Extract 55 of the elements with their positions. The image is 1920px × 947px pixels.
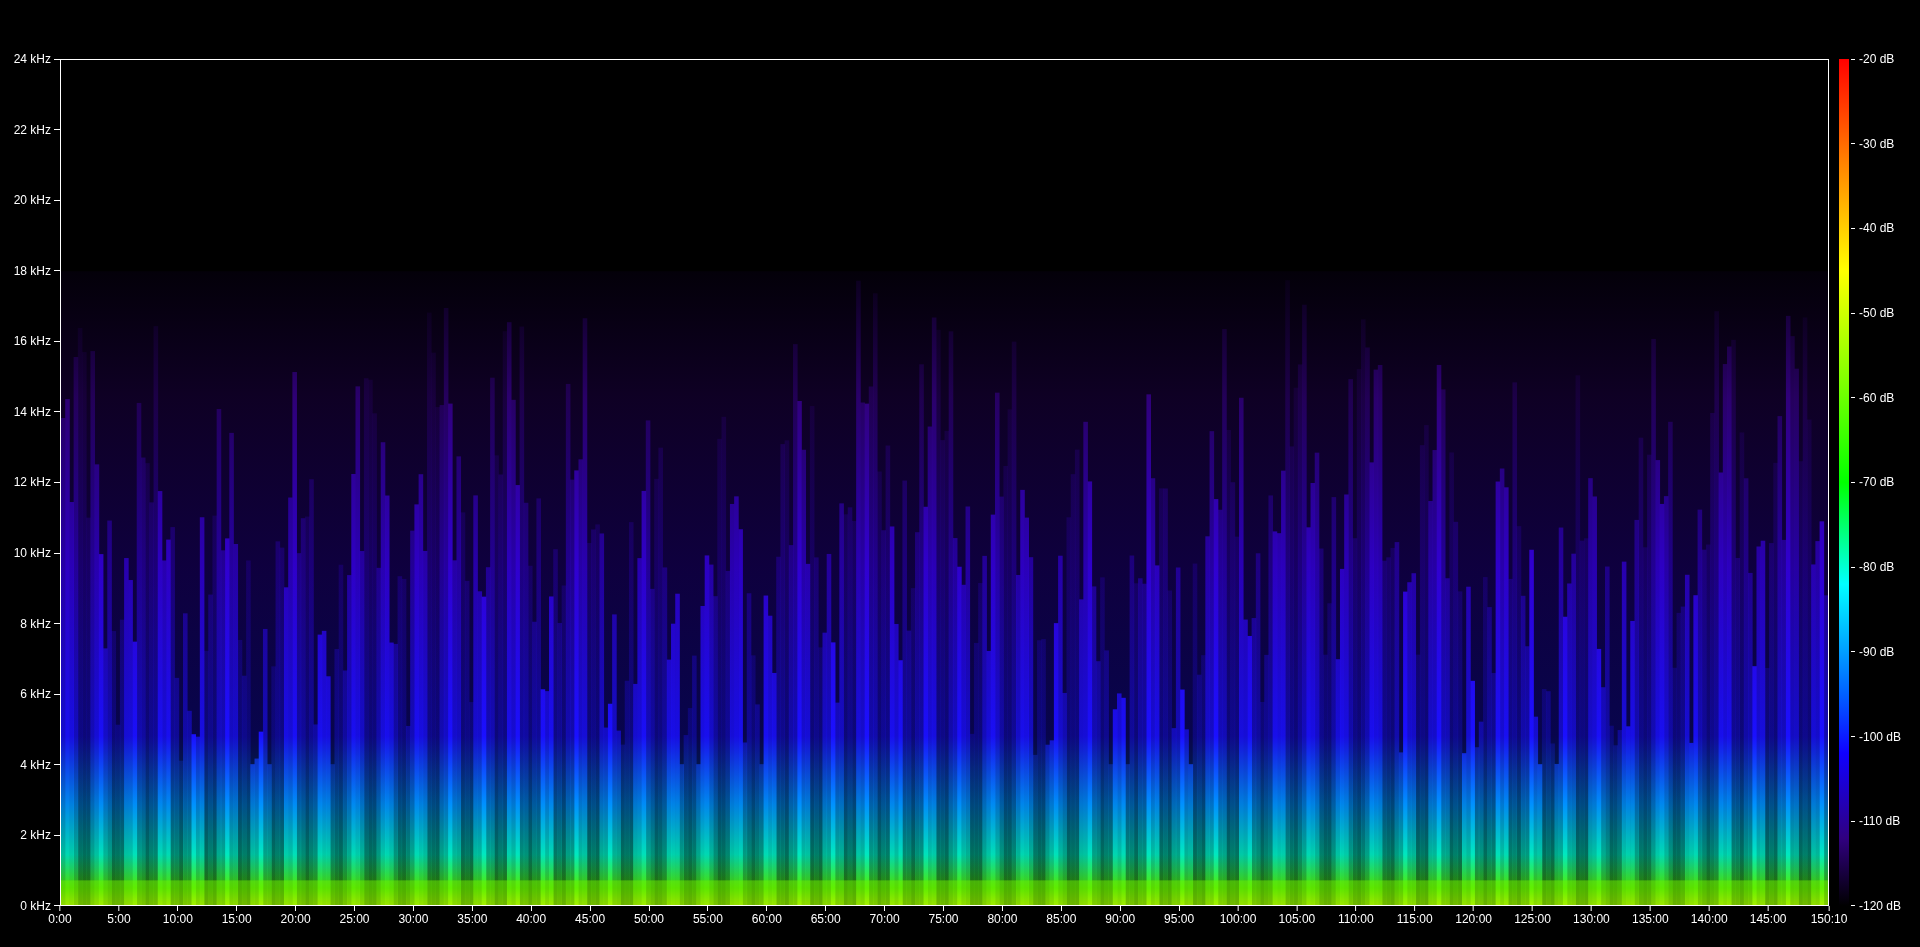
frequency-axis-label: 22 kHz	[13, 121, 51, 138]
time-axis-label: 125:00	[1514, 911, 1551, 927]
frequency-axis-label: 16 kHz	[13, 333, 51, 350]
time-axis-label: 30:00	[398, 911, 429, 927]
decibel-scale-label: -90 dB	[1859, 643, 1895, 660]
frequency-axis-label: 14 kHz	[13, 403, 51, 420]
decibel-scale-label: -30 dB	[1859, 135, 1895, 152]
time-axis-label: 45:00	[575, 911, 606, 927]
time-axis-label: 50:00	[634, 911, 664, 927]
time-axis-label: 110:00	[1337, 911, 1374, 927]
time-axis-label: 95:00	[1164, 911, 1195, 927]
time-axis-label: 80:00	[987, 911, 1018, 927]
time-axis-label: 55:00	[692, 911, 723, 927]
frequency-axis-label: 4 kHz	[20, 756, 51, 773]
time-axis-label: 130:00	[1573, 911, 1610, 927]
frequency-axis-label: 12 kHz	[13, 474, 51, 491]
frequency-axis-label: 18 kHz	[13, 262, 51, 279]
decibel-scale-label: -40 dB	[1859, 220, 1895, 237]
frequency-axis-label: 2 kHz	[20, 827, 51, 844]
time-axis-label: 115:00	[1396, 911, 1433, 927]
frequency-axis-label: 10 kHz	[13, 545, 51, 562]
time-axis-label: 5:00	[107, 911, 131, 927]
time-axis-label: 70:00	[869, 911, 900, 927]
time-axis-label: 120:00	[1455, 911, 1492, 927]
time-axis-label: 75:00	[928, 911, 959, 927]
time-axis-label: 15:00	[221, 911, 252, 927]
time-axis-label: 100:00	[1219, 911, 1257, 927]
decibel-scale-label: -60 dB	[1859, 389, 1895, 406]
decibel-scale-label: -110 dB	[1859, 813, 1901, 830]
time-axis-label: 35:00	[457, 911, 488, 927]
frequency-axis-label: 0 kHz	[20, 897, 51, 914]
time-axis-label: 135:00	[1632, 911, 1669, 927]
decibel-scale-label: -20 dB	[1859, 51, 1895, 67]
decibel-scale-label: -120 dB	[1859, 897, 1902, 914]
time-axis-label: 60:00	[751, 911, 782, 927]
decibel-scale-label: -50 dB	[1859, 305, 1895, 322]
time-axis-label: 20:00	[280, 911, 311, 927]
time-axis-label: 105:00	[1278, 911, 1316, 927]
time-axis-label: 65:00	[810, 911, 841, 927]
time-axis-label: 145:00	[1749, 911, 1787, 927]
time-axis-label: 40:00	[516, 911, 547, 927]
time-axis-label: 140:00	[1690, 911, 1728, 927]
frequency-axis-label: 24 kHz	[13, 51, 51, 67]
frequency-axis-label: 20 kHz	[13, 192, 51, 209]
time-axis-label: 150:10	[1810, 911, 1848, 927]
time-axis-label: 90:00	[1105, 911, 1136, 927]
decibel-scale-label: -80 dB	[1859, 559, 1895, 576]
frequency-axis-label: 8 kHz	[20, 615, 51, 632]
time-axis-label: 0:00	[48, 911, 72, 927]
time-axis-label: 85:00	[1046, 911, 1077, 927]
time-axis-label: 25:00	[339, 911, 370, 927]
decibel-scale-label: -100 dB	[1859, 728, 1902, 745]
frequency-axis-label: 6 kHz	[20, 686, 51, 703]
decibel-scale-label: -70 dB	[1859, 474, 1895, 491]
time-axis-label: 10:00	[162, 911, 193, 927]
